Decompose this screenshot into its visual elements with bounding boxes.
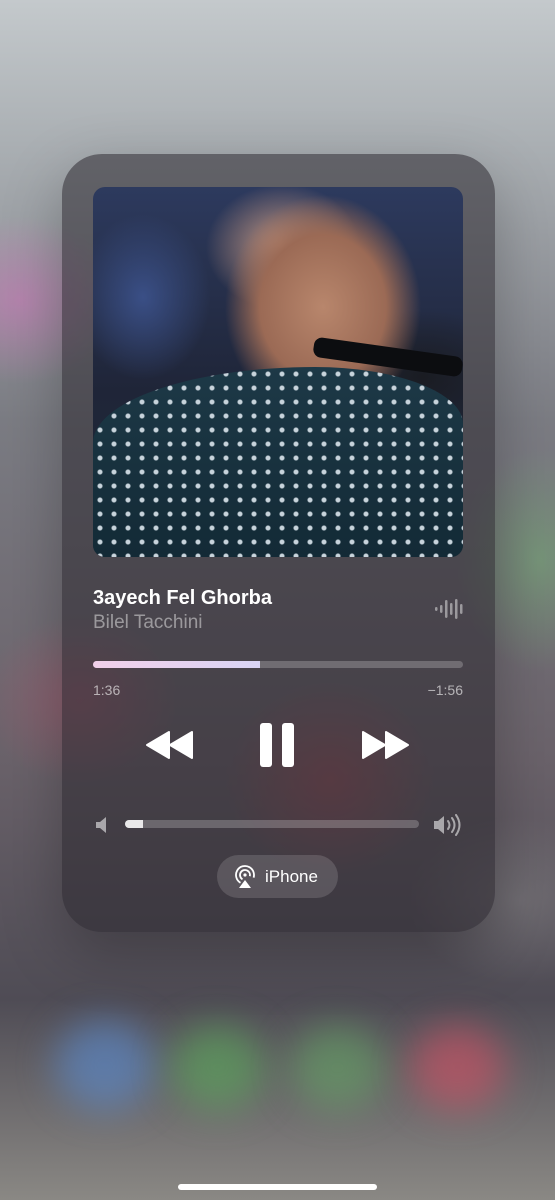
airplay-device-label: iPhone — [265, 866, 318, 886]
speaker-high-icon — [434, 814, 461, 836]
track-artist[interactable]: Bilel Tacchini — [93, 612, 202, 634]
elapsed-time: 1:36 — [93, 682, 121, 698]
waveform-icon — [435, 599, 463, 619]
playback-progress-fill — [93, 661, 260, 668]
now-playing-card: 3ayech Fel Ghorba Bilel Tacchini 1:36 −1… — [62, 154, 495, 932]
artwork-shirt — [93, 367, 463, 557]
rewind-icon[interactable] — [145, 729, 195, 761]
home-indicator[interactable] — [178, 1184, 377, 1190]
album-artwork[interactable] — [93, 187, 463, 557]
dock-app-blur — [55, 1020, 155, 1110]
track-title[interactable]: 3ayech Fel Ghorba — [93, 587, 272, 610]
dock-app-blur — [170, 1025, 265, 1110]
pause-icon[interactable] — [259, 722, 295, 768]
volume-level-fill — [125, 820, 143, 828]
remaining-time: −1:56 — [427, 682, 463, 698]
dock-app-blur — [410, 1025, 505, 1110]
dock-app-blur — [290, 1025, 385, 1110]
playback-scrubber[interactable] — [93, 661, 463, 668]
speaker-low-icon — [96, 817, 106, 833]
fast-forward-icon[interactable] — [360, 729, 410, 761]
airplay-output-button[interactable]: iPhone — [217, 855, 338, 898]
volume-slider[interactable] — [125, 820, 419, 828]
airplay-icon — [235, 864, 255, 888]
